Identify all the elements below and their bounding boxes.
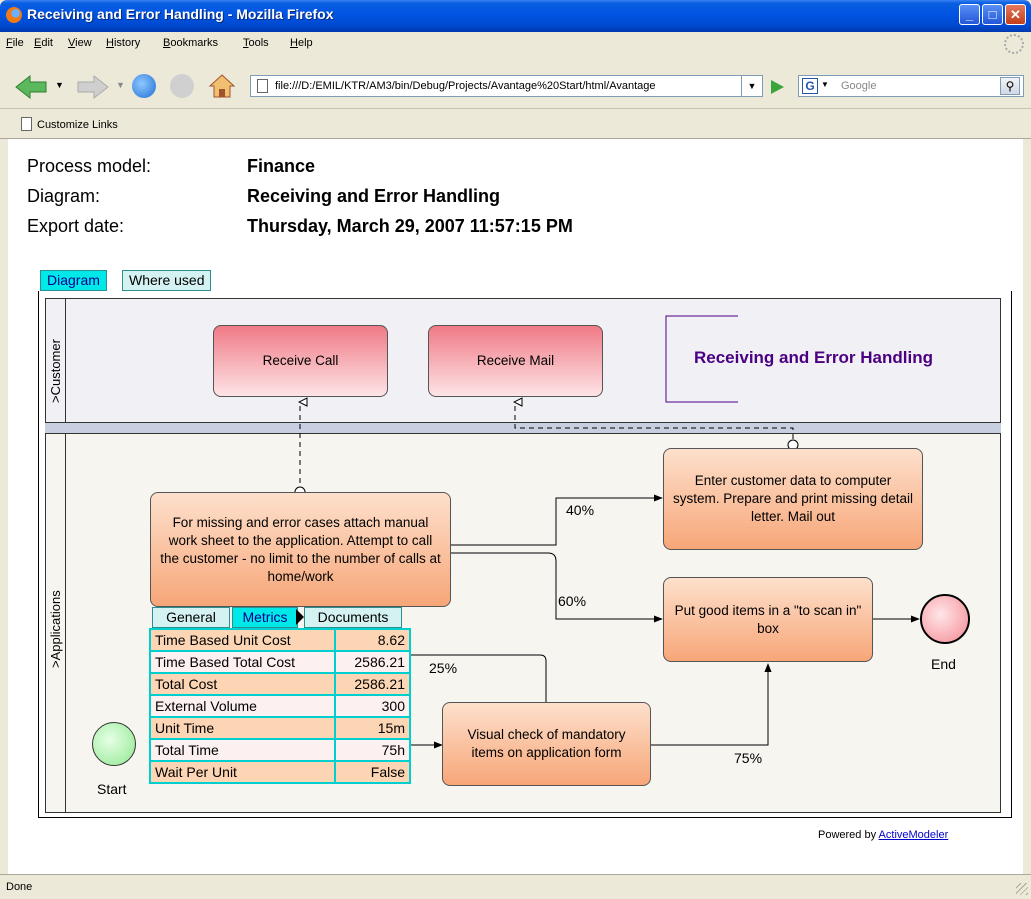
diagram-title: Receiving and Error Handling bbox=[694, 348, 933, 367]
powered-by-text: Powered by bbox=[818, 829, 877, 841]
popup-tab-general[interactable]: General bbox=[152, 607, 230, 628]
metric-label: Time Based Unit Cost bbox=[148, 628, 337, 652]
popup-tab-documents[interactable]: Documents bbox=[304, 607, 402, 628]
metrics-row: Time Based Unit Cost 8.62 bbox=[148, 628, 411, 652]
metric-value: 8.62 bbox=[334, 628, 411, 652]
metrics-row: External Volume 300 bbox=[148, 694, 411, 718]
task-receive-mail[interactable]: Receive Mail bbox=[428, 325, 603, 397]
powered-by: Powered by ActiveModeler bbox=[818, 829, 948, 841]
flow-label-75: 75% bbox=[734, 750, 763, 766]
metric-label: Total Time bbox=[148, 738, 337, 762]
metrics-row: Time Based Total Cost 2586.21 bbox=[148, 650, 411, 674]
metric-label: Total Cost bbox=[148, 672, 337, 696]
metrics-row: Unit Time 15m bbox=[148, 716, 411, 740]
metric-label: External Volume bbox=[148, 694, 337, 718]
metrics-table: Time Based Unit Cost 8.62 Time Based Tot… bbox=[148, 628, 411, 784]
status-text: Done bbox=[6, 881, 33, 893]
metric-value: 75h bbox=[334, 738, 411, 762]
resize-grip-icon[interactable] bbox=[1016, 883, 1028, 895]
flow-label-60: 60% bbox=[558, 593, 587, 609]
metrics-row: Wait Per Unit False bbox=[148, 760, 411, 784]
end-event[interactable] bbox=[920, 594, 970, 644]
flow-label-25: 25% bbox=[429, 660, 458, 676]
task-receive-call[interactable]: Receive Call bbox=[213, 325, 388, 397]
task-put-good-items[interactable]: Put good items in a "to scan in" box bbox=[663, 577, 873, 662]
task-enter-customer-data[interactable]: Enter customer data to computer system. … bbox=[663, 448, 923, 550]
metric-value: 2586.21 bbox=[334, 650, 411, 674]
metric-value: 15m bbox=[334, 716, 411, 740]
task-visual-check[interactable]: Visual check of mandatory items on appli… bbox=[442, 702, 651, 786]
metric-value: 2586.21 bbox=[334, 672, 411, 696]
flow-label-40: 40% bbox=[566, 502, 595, 518]
metrics-row: Total Cost 2586.21 bbox=[148, 672, 411, 696]
metric-label: Time Based Total Cost bbox=[148, 650, 337, 674]
status-bar: Done bbox=[0, 874, 1031, 899]
activemodeler-link[interactable]: ActiveModeler bbox=[879, 829, 949, 841]
metric-label: Unit Time bbox=[148, 716, 337, 740]
end-label: End bbox=[931, 656, 956, 672]
mouse-pointer-icon bbox=[296, 609, 304, 625]
window-right-border bbox=[1023, 139, 1031, 874]
start-label: Start bbox=[97, 781, 127, 797]
metric-value: False bbox=[334, 760, 411, 784]
metric-label: Wait Per Unit bbox=[148, 760, 337, 784]
popup-tab-metrics[interactable]: Metrics bbox=[232, 607, 298, 628]
task-missing-error-cases[interactable]: For missing and error cases attach manua… bbox=[150, 492, 451, 607]
metric-value: 300 bbox=[334, 694, 411, 718]
metrics-row: Total Time 75h bbox=[148, 738, 411, 762]
start-event[interactable] bbox=[92, 722, 136, 766]
